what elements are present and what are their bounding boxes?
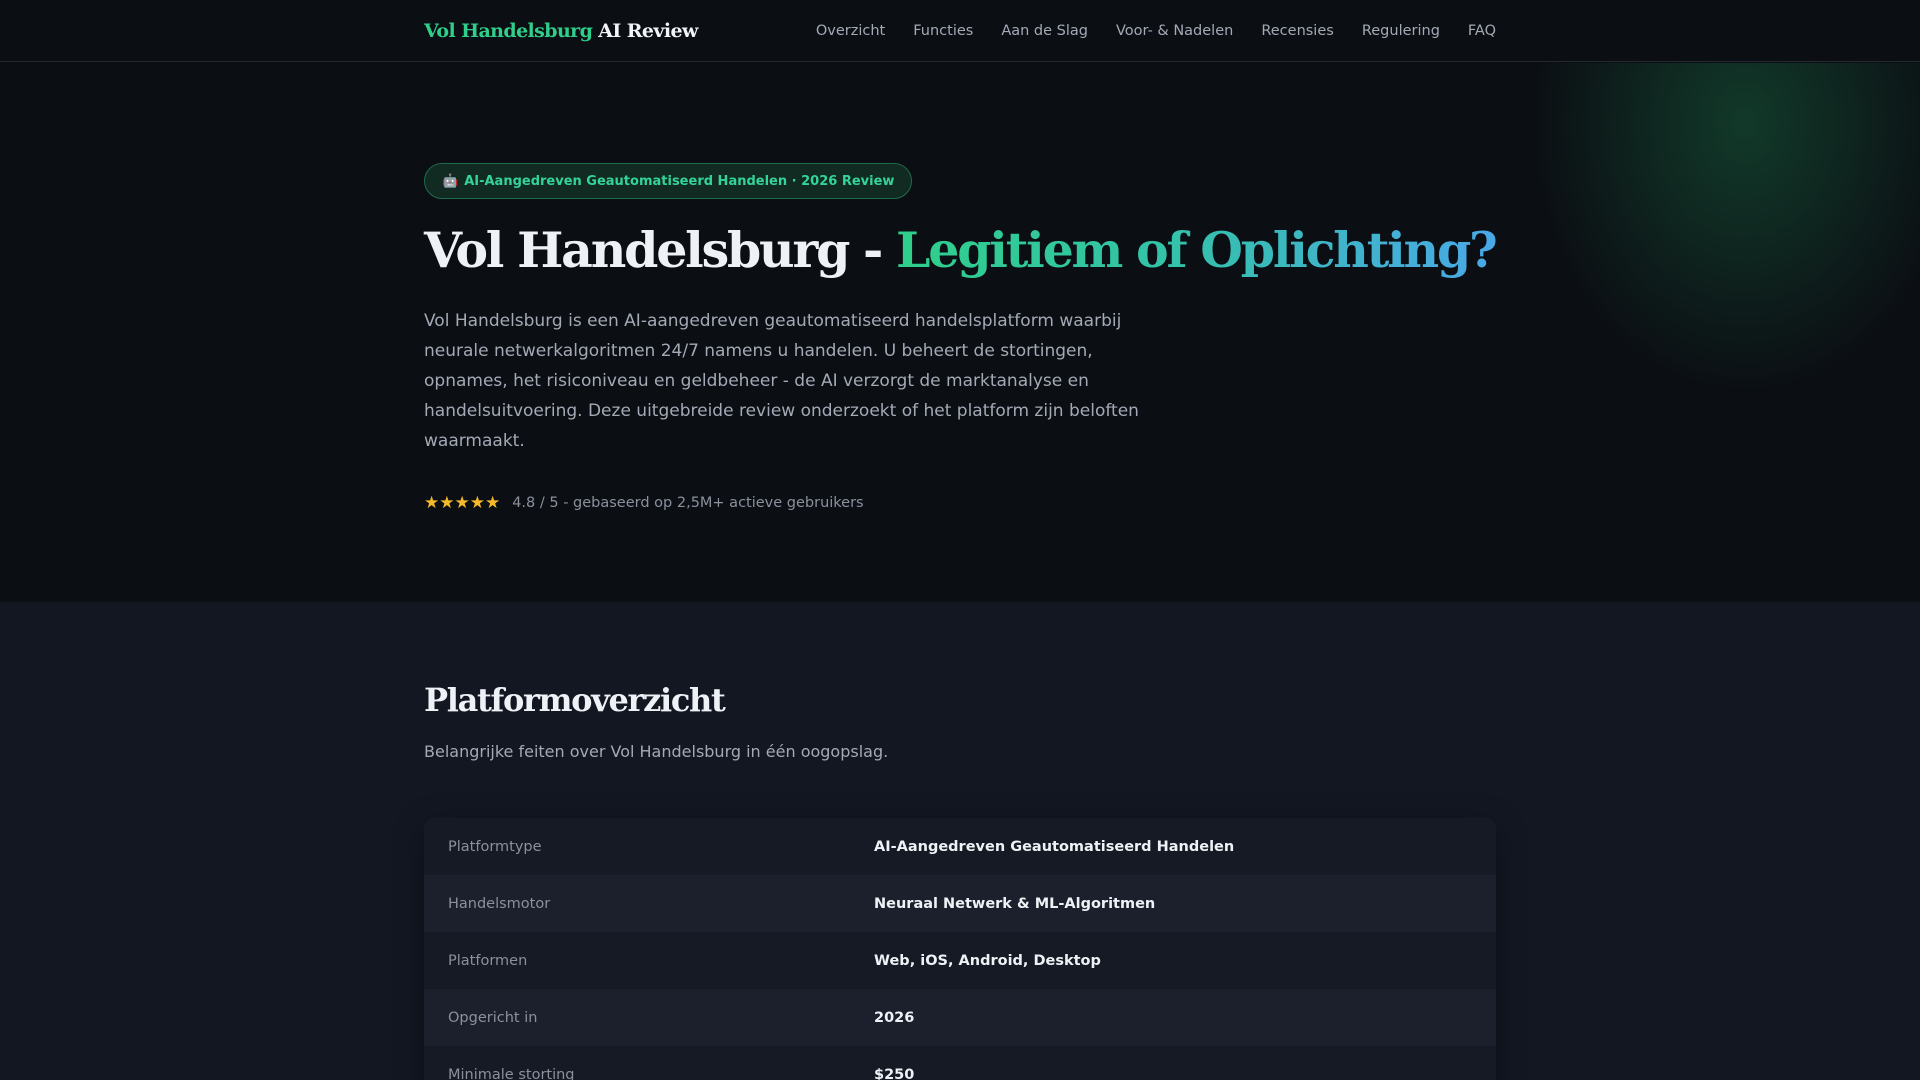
nav-link-overzicht[interactable]: Overzicht bbox=[816, 23, 885, 39]
nav-link-functies[interactable]: Functies bbox=[913, 23, 973, 39]
hero-description: Vol Handelsburg is een AI-aangedreven ge… bbox=[424, 311, 1139, 451]
page-title: Vol Handelsburg - Legitiem of Oplichting… bbox=[424, 221, 1498, 280]
fact-value: Web, iOS, Android, Desktop bbox=[874, 952, 1101, 969]
brand-suffix: AI Review bbox=[598, 20, 698, 42]
title-main: Vol Handelsburg - bbox=[424, 221, 897, 279]
robot-icon: 🤖 bbox=[442, 173, 459, 189]
nav-link-voor-nadelen[interactable]: Voor- & Nadelen bbox=[1116, 23, 1233, 39]
navbar-inner: Vol Handelsburg AI Review Overzicht Func… bbox=[424, 0, 1496, 62]
nav-link-recensies[interactable]: Recensies bbox=[1261, 23, 1334, 39]
fact-value: 2026 bbox=[874, 1009, 915, 1026]
fact-value: Neuraal Netwerk & ML-Algoritmen bbox=[874, 895, 1156, 912]
table-row: Platformen Web, iOS, Android, Desktop bbox=[424, 932, 1496, 989]
nav-link-aan-de-slag[interactable]: Aan de Slag bbox=[1001, 23, 1088, 39]
fact-label: Platformen bbox=[448, 952, 528, 969]
fact-label: Platformtype bbox=[448, 838, 542, 855]
nav-links: Overzicht Functies Aan de Slag Voor- & N… bbox=[816, 23, 1496, 39]
facts-table: Platformtype AI-Aangedreven Geautomatise… bbox=[424, 818, 1496, 1080]
table-row: Opgericht in 2026 bbox=[424, 989, 1496, 1046]
table-row: Platformtype AI-Aangedreven Geautomatise… bbox=[424, 818, 1496, 875]
hero-section: 🤖 AI-Aangedreven Geautomatiseerd Handele… bbox=[0, 63, 1920, 602]
brand-logo[interactable]: Vol Handelsburg AI Review bbox=[424, 20, 698, 42]
fact-value: $250 bbox=[874, 1066, 915, 1080]
title-highlight: Legitiem of Oplichting? bbox=[896, 221, 1498, 279]
badge-text: AI-Aangedreven Geautomatiseerd Handelen … bbox=[464, 173, 895, 189]
rating-text: 4.8 / 5 - gebaseerd op 2,5M+ actieve geb… bbox=[512, 495, 864, 511]
table-row: Handelsmotor Neuraal Netwerk & ML-Algori… bbox=[424, 875, 1496, 932]
top-navbar: Vol Handelsburg AI Review Overzicht Func… bbox=[0, 0, 1920, 62]
fact-label: Minimale storting bbox=[448, 1066, 575, 1080]
star-rating-icon: ★★★★★ bbox=[424, 493, 501, 513]
fact-label: Handelsmotor bbox=[448, 895, 551, 912]
review-badge: 🤖 AI-Aangedreven Geautomatiseerd Handele… bbox=[424, 163, 913, 199]
section-title: Platformoverzicht bbox=[424, 681, 726, 719]
table-row: Minimale storting $250 bbox=[424, 1046, 1496, 1080]
nav-link-faq[interactable]: FAQ bbox=[1468, 23, 1496, 39]
fact-value: AI-Aangedreven Geautomatiseerd Handelen bbox=[874, 838, 1235, 855]
rating-summary: ★★★★★ 4.8 / 5 - gebaseerd op 2,5M+ actie… bbox=[424, 493, 864, 513]
fact-label: Opgericht in bbox=[448, 1009, 538, 1026]
section-subtitle: Belangrijke feiten over Vol Handelsburg … bbox=[424, 742, 889, 761]
nav-link-regulering[interactable]: Regulering bbox=[1362, 23, 1440, 39]
platform-overview-section: Platformoverzicht Belangrijke feiten ove… bbox=[0, 602, 1920, 1080]
brand-name: Vol Handelsburg bbox=[424, 20, 593, 42]
